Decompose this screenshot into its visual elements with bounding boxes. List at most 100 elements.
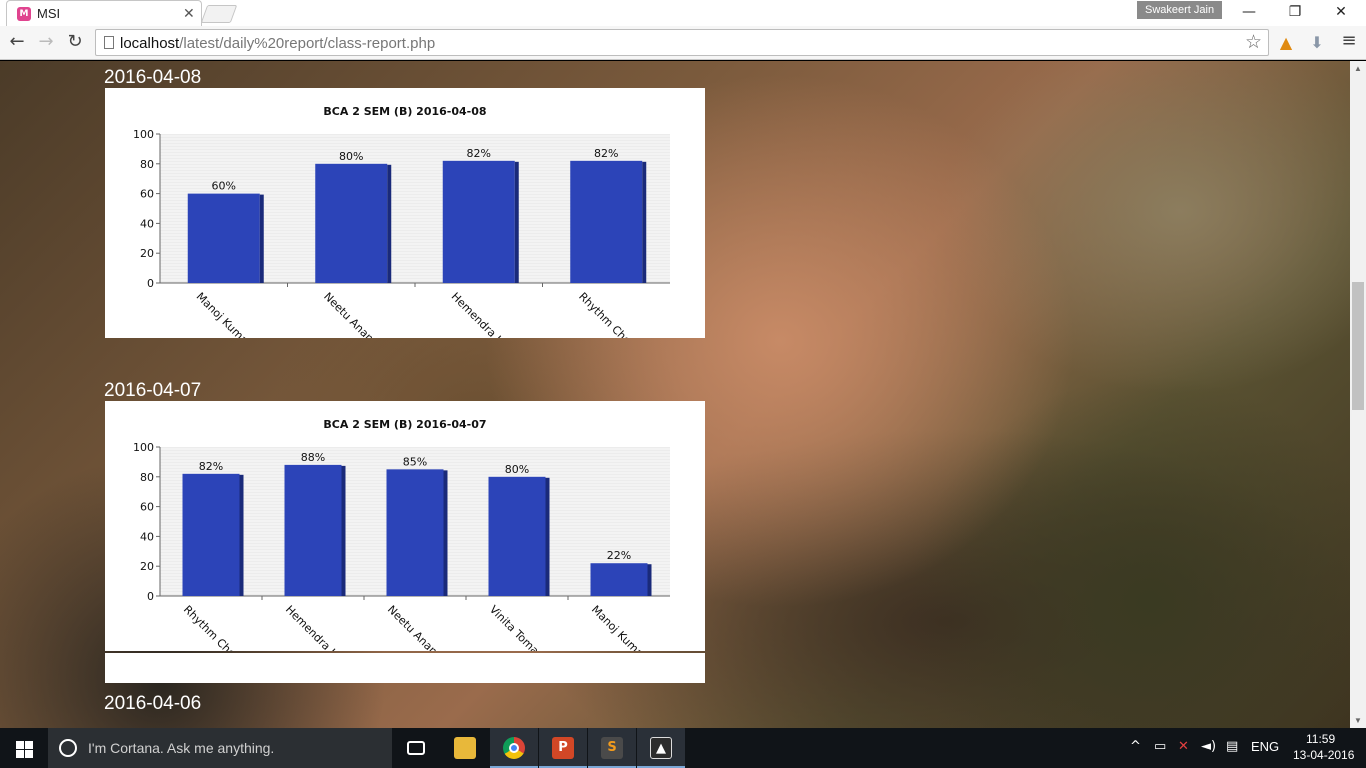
show-hidden-icons-chevron-icon[interactable]: ^ [1130,739,1141,754]
y-tick-label: 40 [140,530,154,543]
category-label: Rhythm Chou [181,603,243,651]
report-date-heading: 2016-04-06 [104,693,202,714]
profile-name-badge[interactable]: Swakeert Jain [1137,1,1223,19]
task-view-icon [407,741,425,755]
y-tick-label: 0 [147,277,154,290]
start-button[interactable] [0,728,48,768]
bar-value-label: 82% [199,460,223,473]
taskbar-app-chrome[interactable] [490,728,538,768]
clock-time[interactable]: 11:59 [1306,732,1335,746]
report-chart: BCA 2 SEM (B) 2016-04-07 0 20 40 60 80 100 82% R… [105,401,705,651]
photos-icon: ▲ [650,737,672,759]
extension-icon[interactable]: ▲ [1275,32,1297,54]
bar [570,160,643,283]
bar-value-label: 22% [607,549,631,562]
forward-button[interactable]: → [34,31,58,55]
network-icon[interactable]: ✕ [1178,739,1189,754]
category-label: Manoj Kumar [589,603,650,651]
report-chart: BCA 2 SEM (B) 2016-04-08 0 20 40 60 80 100 60% M… [105,88,705,338]
taskbar-app-sublime[interactable]: S [588,728,636,768]
windows-taskbar: I'm Cortana. Ask me anything. P S ▲ ^ ▭ … [0,728,1366,768]
clock-date[interactable]: 13-04-2016 [1293,748,1354,762]
reload-button[interactable]: ↻ [63,31,87,55]
category-label: Hemendra Ku [283,603,345,651]
y-tick-label: 60 [140,501,154,514]
tab-close-icon[interactable]: ✕ [183,5,195,22]
taskbar-app-file-explorer[interactable] [441,728,489,768]
category-label: Hemendra Ku [449,290,511,338]
powerpoint-icon: P [552,737,574,759]
new-tab-button[interactable] [200,5,238,23]
bar-value-label: 85% [403,455,427,468]
taskbar-app-photos[interactable]: ▲ [637,728,685,768]
y-tick-label: 20 [140,560,154,573]
restore-button[interactable]: ❐ [1272,0,1318,26]
page-scrollbar[interactable]: ▲ ▼ [1350,61,1366,728]
category-label: Neetu Anand [385,603,445,651]
category-label: Neetu Anand [321,290,381,338]
bar [386,469,444,596]
minimize-button[interactable]: — [1226,0,1272,26]
url-host: localhost [120,35,180,52]
browser-toolbar: ← → ↻ localhost/latest/daily%20report/cl… [0,26,1366,60]
url-path: /latest/daily%20report/class-report.php [179,35,436,52]
bar-shadow [239,474,244,596]
y-tick-label: 100 [133,128,154,141]
bar-value-label: 80% [339,150,363,163]
page-viewport[interactable]: 2016-04-08 BCA 2 SEM (B) 2016-04-08 0 20 40… [0,61,1350,728]
y-tick-label: 40 [140,217,154,230]
cortana-search-box[interactable]: I'm Cortana. Ask me anything. [48,728,392,768]
bar-shadow [341,465,346,596]
page-icon [104,36,114,49]
bar-value-label: 80% [505,463,529,476]
battery-icon[interactable]: ▭ [1154,739,1166,754]
tab-title: MSI [37,6,61,21]
bar [442,160,515,283]
back-button[interactable]: ← [5,31,29,55]
volume-icon[interactable]: ◄) [1201,739,1216,754]
category-label: Rhythm Chou [576,290,638,338]
cortana-icon [59,739,77,757]
report-date-heading: 2016-04-07 [104,380,202,401]
bar [187,193,260,283]
chrome-icon [503,737,525,759]
download-icon[interactable]: ⬇ [1306,32,1328,54]
bar-shadow [387,164,392,283]
category-label: Vinita Tomar [487,603,545,651]
tab-active[interactable]: M MSI ✕ [6,0,202,26]
scrollbar-thumb[interactable] [1352,282,1364,410]
bar-shadow [642,161,647,283]
attendance-bar-chart: BCA 2 SEM (B) 2016-04-08 0 20 40 60 80 100 60% M… [133,105,670,338]
bar [284,464,342,596]
bar-value-label: 82% [467,147,491,160]
scroll-down-arrow-icon[interactable]: ▼ [1354,716,1362,725]
site-favicon-icon: M [17,7,31,21]
language-indicator[interactable]: ENG [1251,739,1279,754]
scroll-up-arrow-icon[interactable]: ▲ [1354,64,1362,73]
y-tick-label: 100 [133,441,154,454]
bar-value-label: 88% [301,451,325,464]
bar [182,473,240,596]
address-bar[interactable]: localhost/latest/daily%20report/class-re… [95,29,1269,56]
y-tick-label: 0 [147,590,154,603]
cortana-placeholder: I'm Cortana. Ask me anything. [88,740,275,756]
windows-logo-icon [16,741,24,749]
close-window-button[interactable]: ✕ [1318,0,1364,26]
url-text[interactable]: localhost/latest/daily%20report/class-re… [120,35,435,52]
bookmark-star-icon[interactable]: ☆ [1245,31,1262,53]
sublime-text-icon: S [601,737,623,759]
folder-icon [454,737,476,759]
bar-shadow [647,564,652,596]
chart-title: BCA 2 SEM (B) 2016-04-07 [323,418,486,431]
y-tick-label: 80 [140,158,154,171]
report-date-heading: 2016-04-08 [104,67,202,88]
action-center-icon[interactable]: ▤ [1226,739,1238,754]
taskbar-app-powerpoint[interactable]: P [539,728,587,768]
category-label: Manoj Kumar [194,290,255,338]
bar [315,163,388,283]
bar-shadow [545,477,550,596]
task-view-button[interactable] [392,728,440,768]
chrome-menu-icon[interactable]: ≡ [1337,30,1361,54]
y-tick-label: 60 [140,188,154,201]
bar-shadow [443,470,448,596]
